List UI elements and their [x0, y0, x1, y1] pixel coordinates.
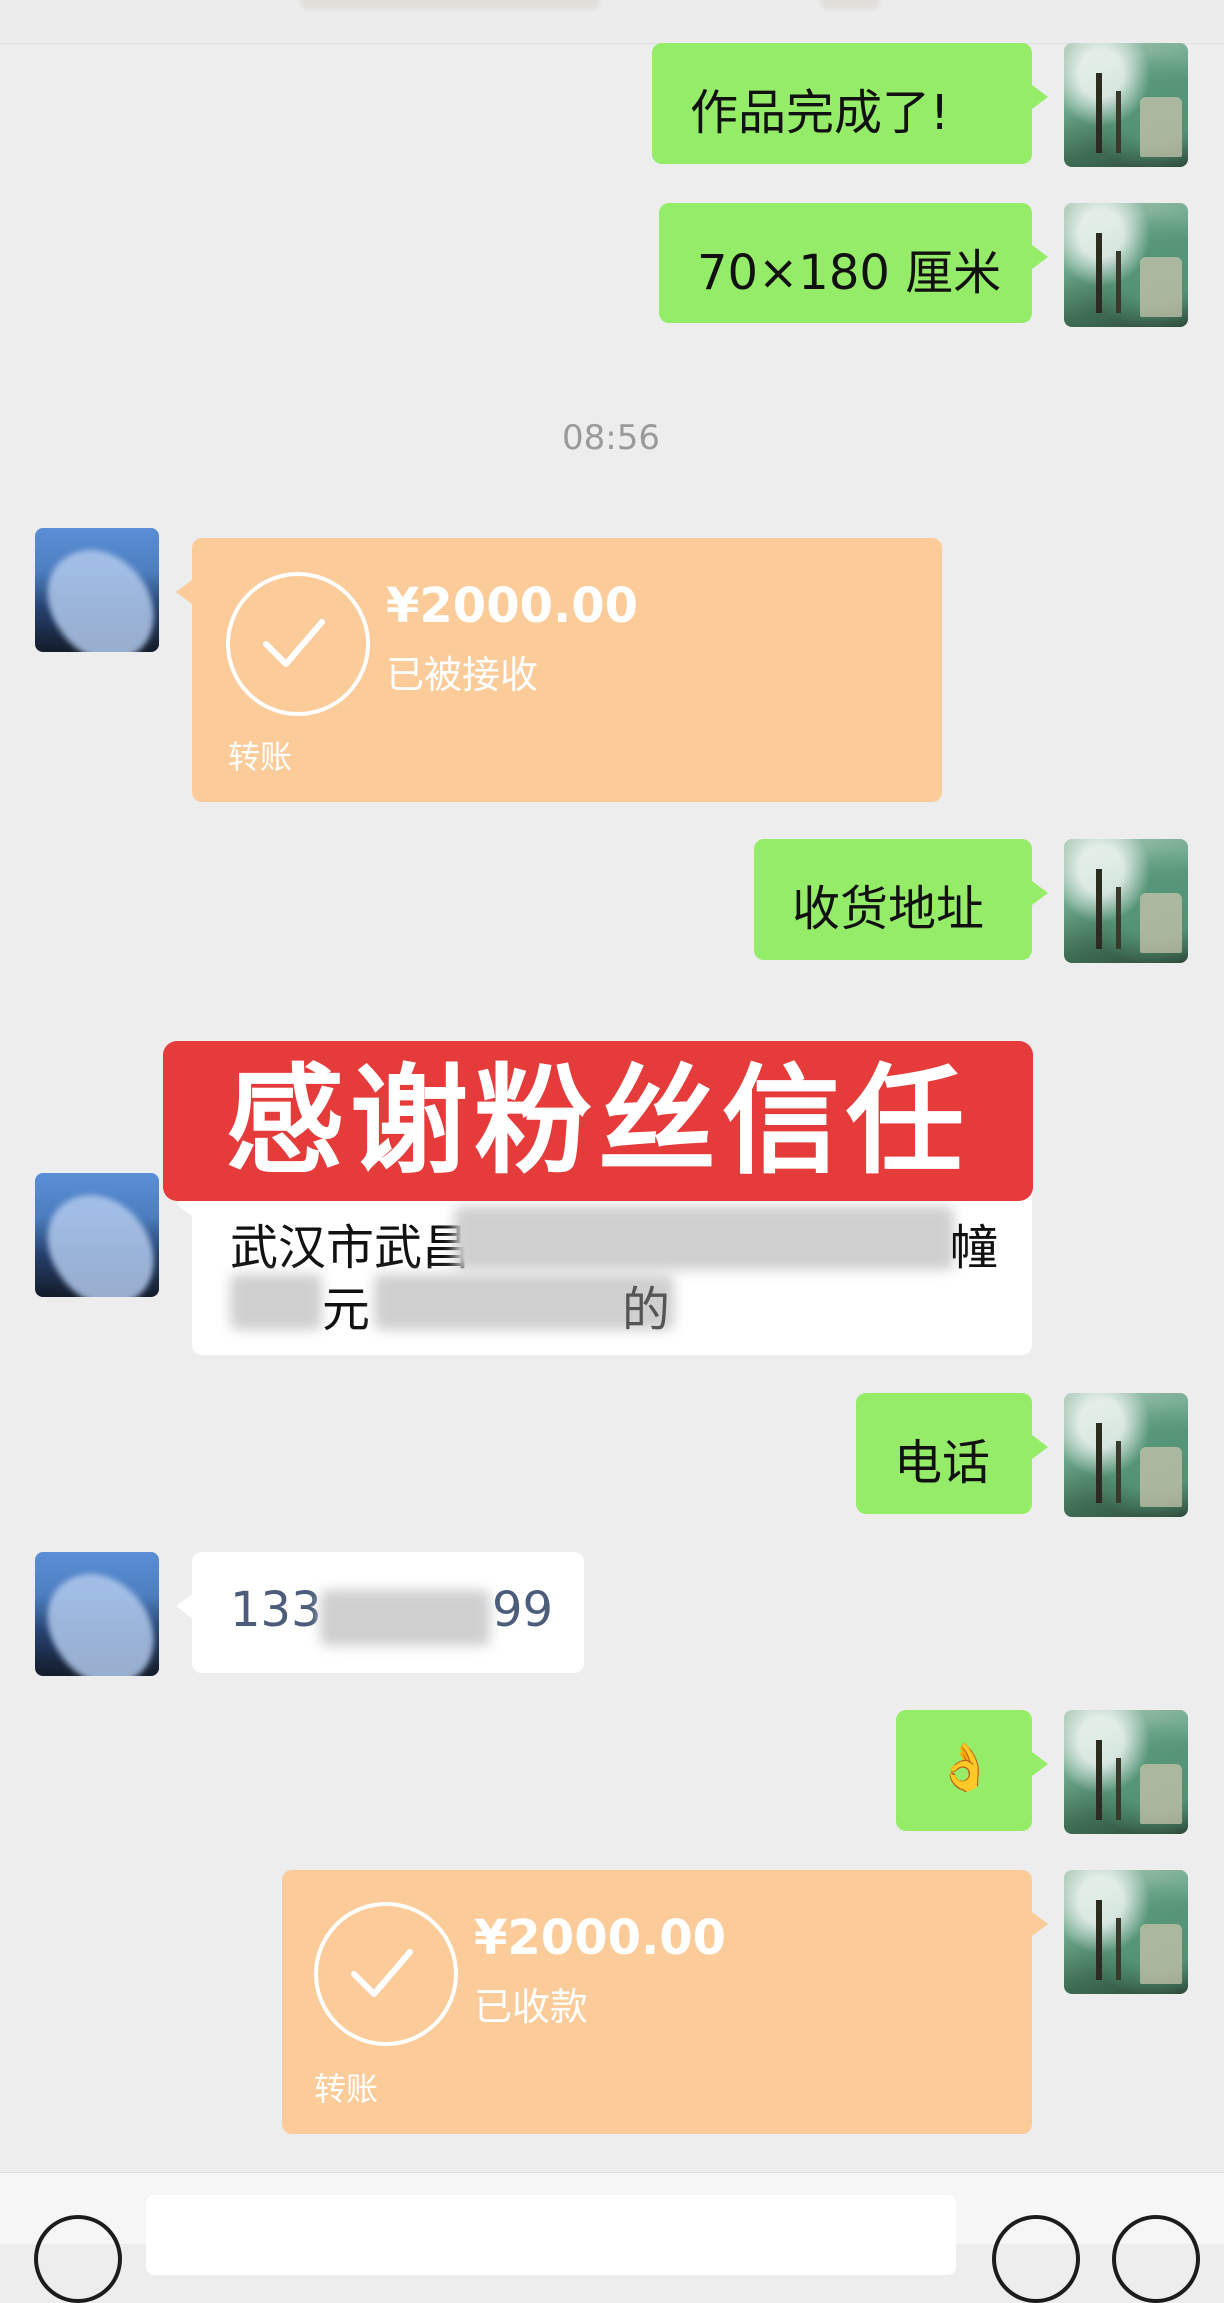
emoji-icon[interactable]	[992, 2215, 1080, 2303]
redacted-address	[454, 1206, 954, 1270]
contact-avatar[interactable]	[35, 1173, 159, 1297]
cropped-content	[820, 0, 880, 10]
avatar-art	[1116, 1758, 1121, 1820]
avatar-art	[1096, 1740, 1102, 1820]
address-text: 的	[622, 1282, 671, 1338]
voice-icon[interactable]	[34, 2215, 122, 2303]
avatar-art	[1116, 251, 1121, 313]
avatar-art	[1140, 893, 1182, 953]
plus-icon[interactable]	[1112, 2215, 1200, 2303]
avatar-art	[1116, 887, 1121, 949]
avatar-art	[1096, 1900, 1102, 1980]
avatar-art	[1140, 257, 1182, 317]
redacted-address	[230, 1274, 322, 1330]
avatar-art	[1096, 869, 1102, 949]
self-avatar[interactable]	[1064, 1393, 1188, 1517]
blur-overlay	[35, 1174, 159, 1297]
input-bar	[0, 2172, 1224, 2303]
transfer-label: 转账	[228, 738, 293, 776]
message-bubble-outgoing[interactable]: 收货地址	[754, 839, 1048, 960]
transfer-amount: ¥2000.00	[474, 1910, 727, 1966]
self-avatar[interactable]	[1064, 839, 1188, 963]
blur-overlay	[35, 529, 159, 652]
address-text: 武汉市武昌	[230, 1220, 471, 1276]
avatar-art	[1140, 1764, 1182, 1824]
timestamp: 08:56	[562, 418, 660, 458]
transfer-status: 已收款	[474, 1985, 589, 2029]
ok-emoji: 👌	[936, 1740, 994, 1794]
redacted-phone	[320, 1590, 490, 1646]
message-bubble-outgoing[interactable]: 70×180 厘米	[659, 203, 1048, 323]
avatar-art	[1140, 97, 1182, 157]
message-bubble-outgoing[interactable]: 电话	[856, 1393, 1048, 1514]
message-text: 收货地址	[792, 881, 985, 937]
message-text: 电话	[894, 1435, 991, 1491]
blur-overlay	[35, 1553, 159, 1676]
overlay-banner: 感谢粉丝信任	[163, 1041, 1033, 1201]
avatar-art	[1116, 1918, 1121, 1980]
check-icon	[226, 572, 370, 716]
message-input[interactable]	[146, 2195, 956, 2275]
message-text: 70×180 厘米	[697, 245, 1002, 301]
cropped-content	[300, 0, 600, 10]
message-bubble-outgoing[interactable]: 👌	[896, 1710, 1048, 1831]
transfer-status: 已被接收	[386, 653, 539, 697]
message-text: 作品完成了!	[690, 85, 950, 141]
previous-message-strip	[0, 0, 1224, 44]
address-text: 幢	[950, 1220, 999, 1276]
transfer-card[interactable]: ¥2000.00 已收款 转账	[282, 1870, 1048, 2134]
avatar-art	[1116, 1441, 1121, 1503]
phone-text: 133	[230, 1582, 322, 1638]
address-text: 元	[322, 1282, 371, 1338]
avatar-art	[1140, 1924, 1182, 1984]
self-avatar[interactable]	[1064, 43, 1188, 167]
contact-avatar[interactable]	[35, 1552, 159, 1676]
phone-text: 99	[492, 1582, 554, 1638]
contact-avatar[interactable]	[35, 528, 159, 652]
check-icon	[314, 1902, 458, 2046]
message-bubble-outgoing[interactable]: 作品完成了!	[652, 43, 1048, 164]
avatar-art	[1096, 73, 1102, 153]
transfer-card[interactable]: ¥2000.00 已被接收 转账	[176, 538, 942, 802]
avatar-art	[1096, 1423, 1102, 1503]
message-bubble-incoming[interactable]: 133 99	[176, 1552, 584, 1673]
transfer-label: 转账	[314, 2070, 379, 2108]
avatar-art	[1096, 233, 1102, 313]
avatar-art	[1140, 1447, 1182, 1507]
self-avatar[interactable]	[1064, 203, 1188, 327]
self-avatar[interactable]	[1064, 1710, 1188, 1834]
self-avatar[interactable]	[1064, 1870, 1188, 1994]
avatar-art	[1116, 91, 1121, 153]
transfer-amount: ¥2000.00	[386, 578, 639, 634]
